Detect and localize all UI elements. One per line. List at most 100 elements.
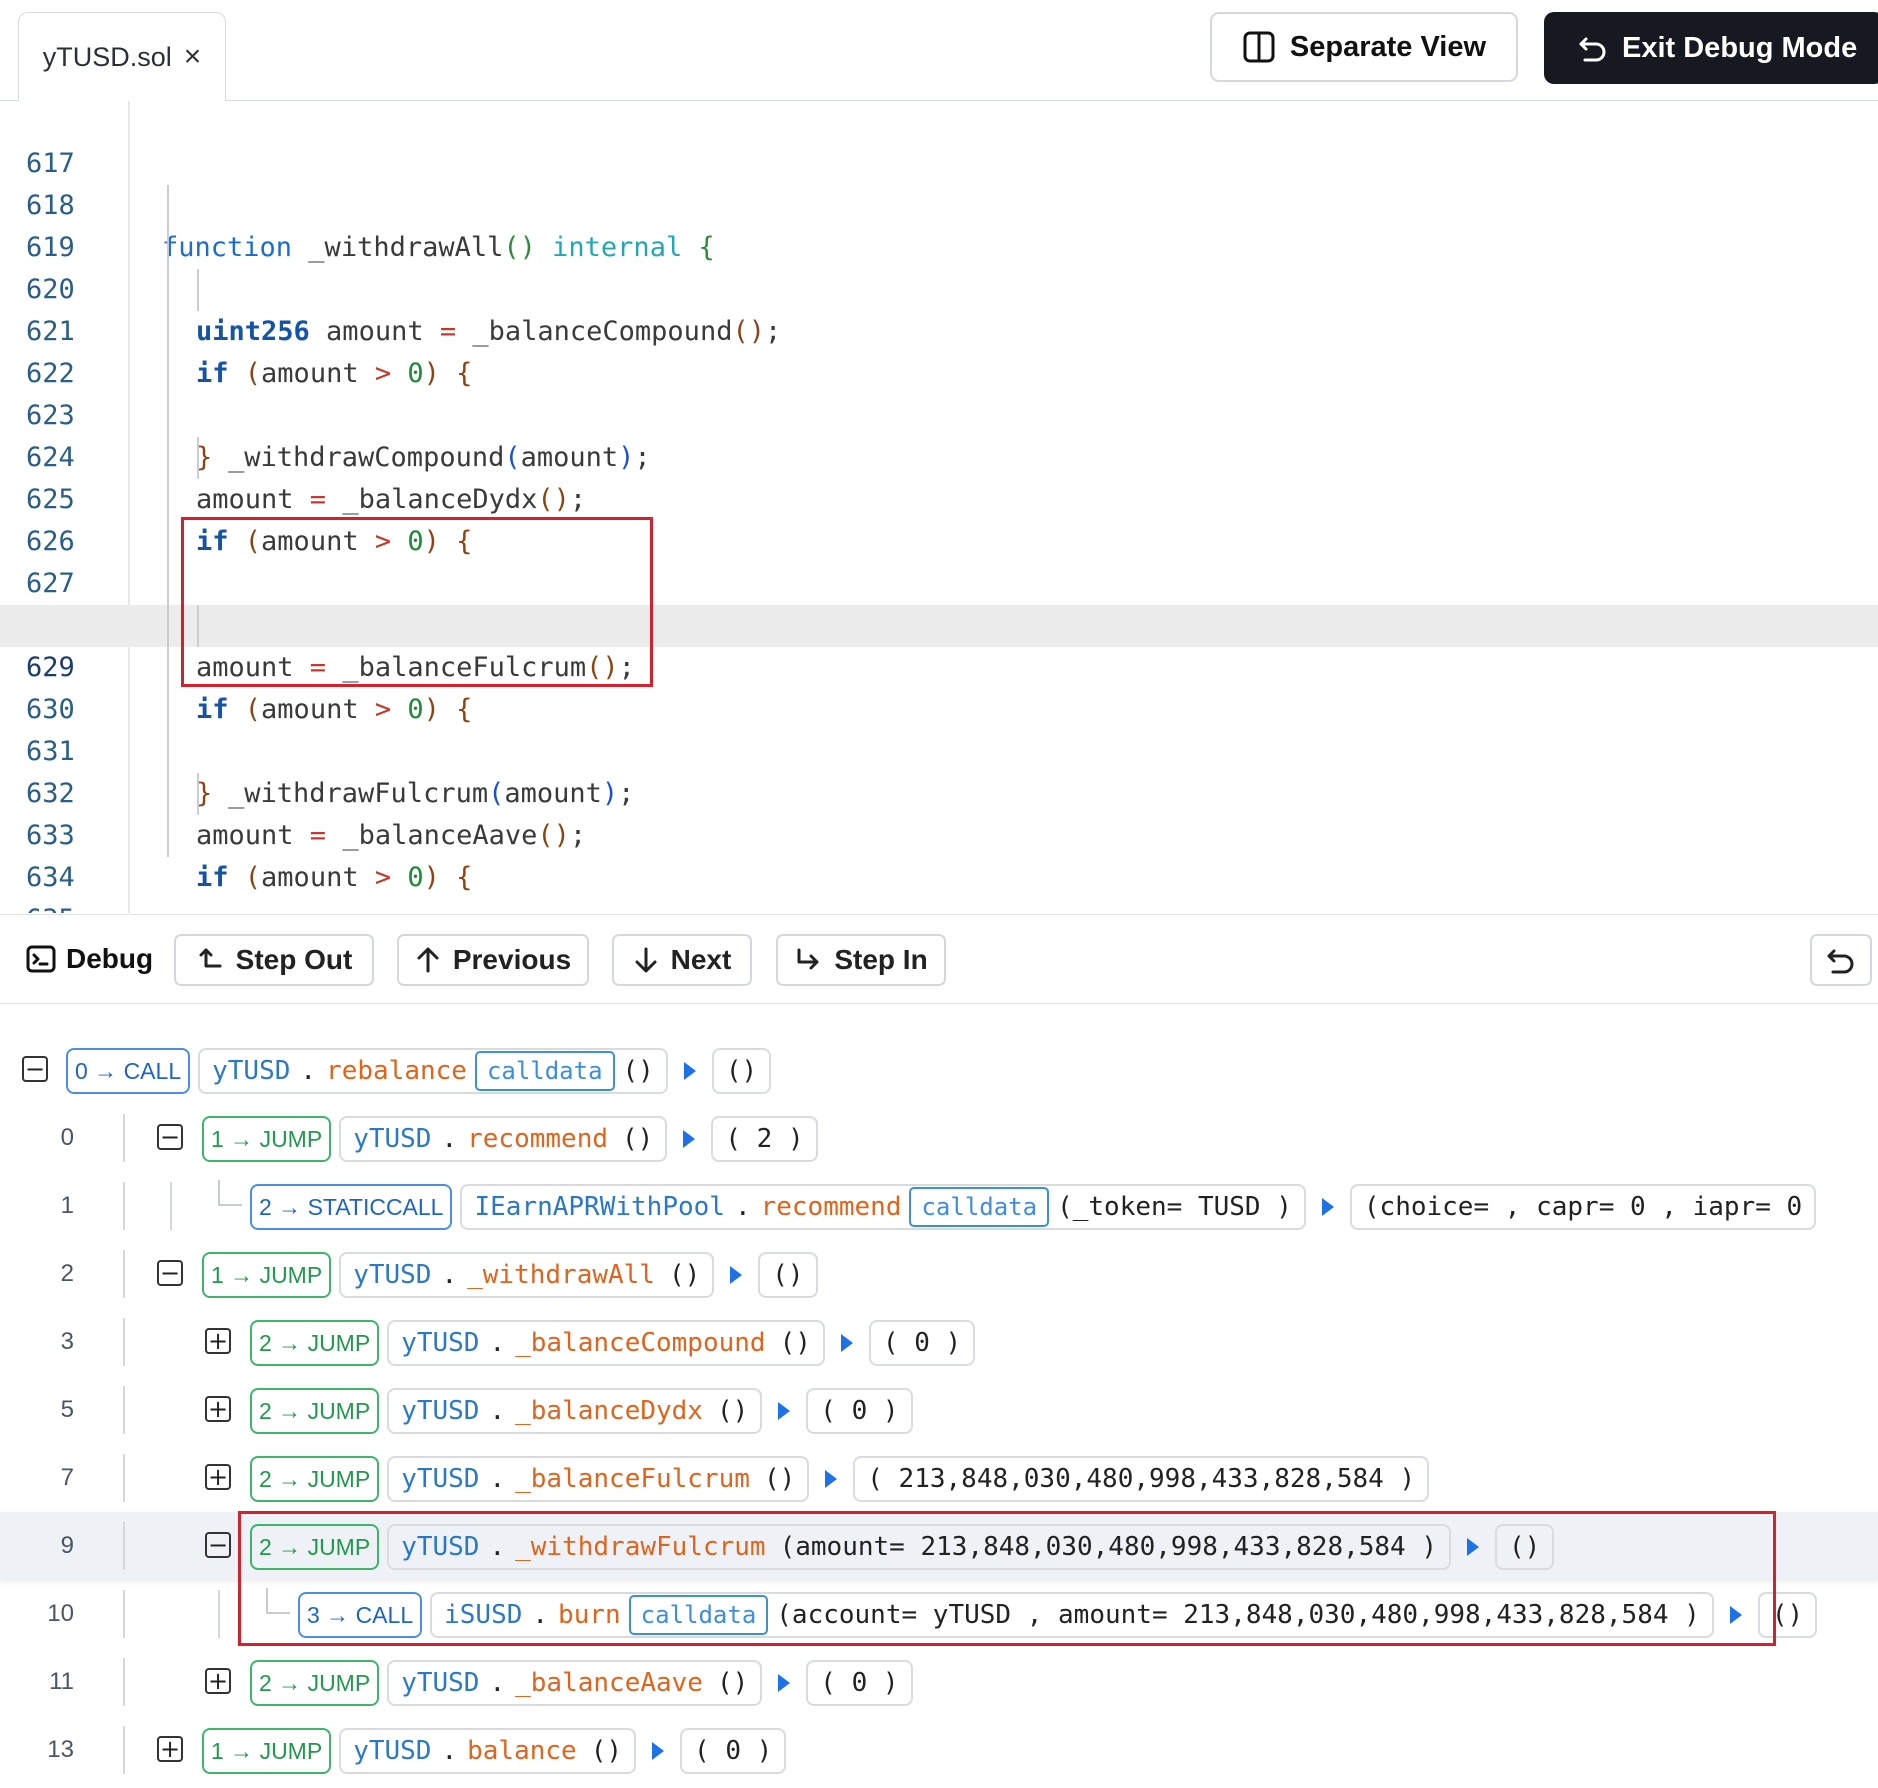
code-editor[interactable]: 617 618 function _withdrawAll() internal… — [0, 101, 1878, 913]
indent-guide — [167, 647, 169, 689]
collapse-icon[interactable]: − — [22, 1056, 48, 1082]
trace-row-selected[interactable]: 9 − 2 → JUMP yTUSD . _withdrawFulcrum (a… — [0, 1512, 1878, 1580]
trace-row[interactable]: 10 3 → CALL iSUSD . burn calldata (accou… — [0, 1580, 1878, 1648]
expand-icon[interactable]: + — [205, 1464, 231, 1490]
return-value: ( 0 ) — [868, 1320, 976, 1366]
code-line[interactable]: 632 if (amount > 0) { — [0, 731, 1878, 893]
trace-row[interactable]: 0 − 1 → JUMP yTUSD . recommend () ( 2 ) — [0, 1104, 1878, 1172]
close-icon[interactable]: × — [184, 42, 202, 72]
code-line[interactable]: 635 } — [0, 857, 1878, 913]
caret-right-icon — [730, 1266, 743, 1284]
code-line[interactable]: 623 amount = _balanceDydx(); — [0, 353, 1878, 515]
expand-icon[interactable]: + — [205, 1668, 231, 1694]
call-signature: yTUSD . rebalance calldata () — [198, 1048, 668, 1094]
contract-name: yTUSD — [353, 1124, 432, 1154]
tree-line — [123, 1522, 125, 1570]
previous-button[interactable]: Previous — [397, 934, 589, 986]
exit-debug-mode-button[interactable]: Exit Debug Mode — [1544, 12, 1878, 84]
indent-guide — [167, 689, 169, 731]
call-args: (account= yTUSD , amount= 213,848,030,48… — [776, 1600, 1700, 1630]
separate-view-button[interactable]: Separate View — [1210, 12, 1518, 82]
code-line[interactable]: 630 } — [0, 647, 1878, 809]
return-value: (choice= , capr= 0 , iapr= 0 — [1349, 1184, 1817, 1230]
op-badge: 2 → JUMP — [250, 1320, 380, 1366]
contract-name: yTUSD — [401, 1464, 480, 1494]
code-line[interactable]: 636 — [0, 899, 1878, 913]
indent-guide — [167, 815, 169, 857]
function-name: recommend — [467, 1124, 609, 1154]
calldata-badge[interactable]: calldata — [909, 1187, 1050, 1227]
calldata-badge[interactable]: calldata — [474, 1051, 615, 1091]
arrow-down-icon — [635, 947, 657, 973]
step-index: 5 — [60, 1396, 74, 1423]
expand-icon[interactable]: + — [205, 1396, 231, 1422]
call-signature: yTUSD . balance () — [339, 1728, 637, 1774]
step-out-button[interactable]: Step Out — [174, 934, 374, 986]
calldata-badge[interactable]: calldata — [628, 1595, 769, 1635]
contract-name: IEarnAPRWithPool — [474, 1192, 725, 1222]
op-badge: 1 → JUMP — [202, 1116, 332, 1162]
trace-row[interactable]: − 0 → CALL yTUSD . rebalance calldata ()… — [0, 1036, 1878, 1104]
code-line[interactable]: 627 amount = _balanceFulcrum(); — [0, 521, 1878, 683]
step-in-button[interactable]: Step In — [776, 934, 946, 986]
call-signature: yTUSD . _balanceDydx () — [387, 1388, 763, 1434]
trace-row[interactable]: 5 + 2 → JUMP yTUSD . _balanceDydx () ( 0… — [0, 1376, 1878, 1444]
tree-line — [123, 1114, 125, 1162]
indent-guide — [197, 605, 199, 647]
trace-row[interactable]: 13 + 1 → JUMP yTUSD . balance () ( 0 ) — [0, 1716, 1878, 1784]
dot-separator: . — [489, 1328, 506, 1358]
terminal-icon — [26, 945, 56, 973]
step-out-label: Step Out — [235, 944, 353, 975]
call-args: (_token= TUSD ) — [1057, 1192, 1292, 1222]
caret-right-icon — [778, 1674, 791, 1692]
code-line[interactable]: 620 if (amount > 0) { — [0, 227, 1878, 389]
tree-elbow — [218, 1180, 242, 1206]
code-line[interactable]: 633 _withdrawAave(amount); — [0, 773, 1878, 851]
current-code-line[interactable]: 629 _withdrawFulcrum(amount); — [0, 605, 1878, 809]
file-tab[interactable]: yTUSD.sol × — [18, 12, 226, 101]
expand-icon[interactable]: + — [157, 1736, 183, 1762]
code-line[interactable]: 619 uint256 amount = _balanceCompound(); — [0, 185, 1878, 347]
trace-row[interactable]: 7 + 2 → JUMP yTUSD . _balanceFulcrum () … — [0, 1444, 1878, 1512]
file-tab-label: yTUSD.sol — [42, 41, 172, 72]
code-line[interactable]: 634 } — [0, 815, 1878, 893]
dot-separator: . — [532, 1600, 549, 1630]
code-line[interactable]: 626 } — [0, 479, 1878, 641]
step-out-icon — [199, 948, 222, 968]
dot-separator: . — [441, 1124, 458, 1154]
code-line[interactable]: 622 } — [0, 311, 1878, 473]
expand-icon[interactable]: + — [205, 1328, 231, 1354]
exit-debug-mode-label: Exit Debug Mode — [1622, 31, 1858, 64]
code-line[interactable]: 624 if (amount > 0) { — [0, 395, 1878, 557]
code-line[interactable]: 628 if (amount > 0) { — [0, 563, 1878, 725]
step-index: 11 — [49, 1668, 74, 1695]
collapse-icon[interactable]: − — [205, 1532, 231, 1558]
return-value: () — [1757, 1592, 1818, 1638]
call-args: () — [622, 1124, 654, 1154]
op-badge: 2 → JUMP — [250, 1524, 380, 1570]
code-line[interactable]: 621 _withdrawCompound(amount); — [0, 269, 1878, 473]
collapse-icon[interactable]: − — [157, 1124, 183, 1150]
trace-row[interactable]: 1 2 → STATICCALL IEarnAPRWithPool . reco… — [0, 1172, 1878, 1240]
function-name: recommend — [760, 1192, 902, 1222]
code-line[interactable]: 618 function _withdrawAll() internal { — [0, 143, 1878, 263]
trace-row[interactable]: 2 − 1 → JUMP yTUSD . _withdrawAll () () — [0, 1240, 1878, 1308]
trace-row[interactable]: 3 + 2 → JUMP yTUSD . _balanceCompound ()… — [0, 1308, 1878, 1376]
trace-row[interactable]: 11 + 2 → JUMP yTUSD . _balanceAave () ( … — [0, 1648, 1878, 1716]
caret-right-icon — [1321, 1198, 1334, 1216]
function-name: _balanceAave — [515, 1668, 703, 1698]
collapse-icon[interactable]: − — [157, 1260, 183, 1286]
code-line[interactable]: 625 _withdrawDydx(amount); — [0, 437, 1878, 641]
call-args: () — [716, 1396, 749, 1426]
restart-button[interactable] — [1810, 934, 1872, 986]
code-line[interactable]: 617 — [0, 101, 1878, 179]
dot-separator: . — [489, 1396, 506, 1426]
return-value: () — [758, 1252, 818, 1298]
caret-right-icon — [1467, 1538, 1480, 1556]
next-button[interactable]: Next — [612, 934, 752, 986]
code-line[interactable]: 631 amount = _balanceAave(); — [0, 689, 1878, 851]
indent-guide — [167, 185, 169, 227]
undo-icon — [1579, 37, 1606, 62]
indent-guide — [167, 563, 169, 605]
caret-right-icon — [1729, 1606, 1742, 1624]
